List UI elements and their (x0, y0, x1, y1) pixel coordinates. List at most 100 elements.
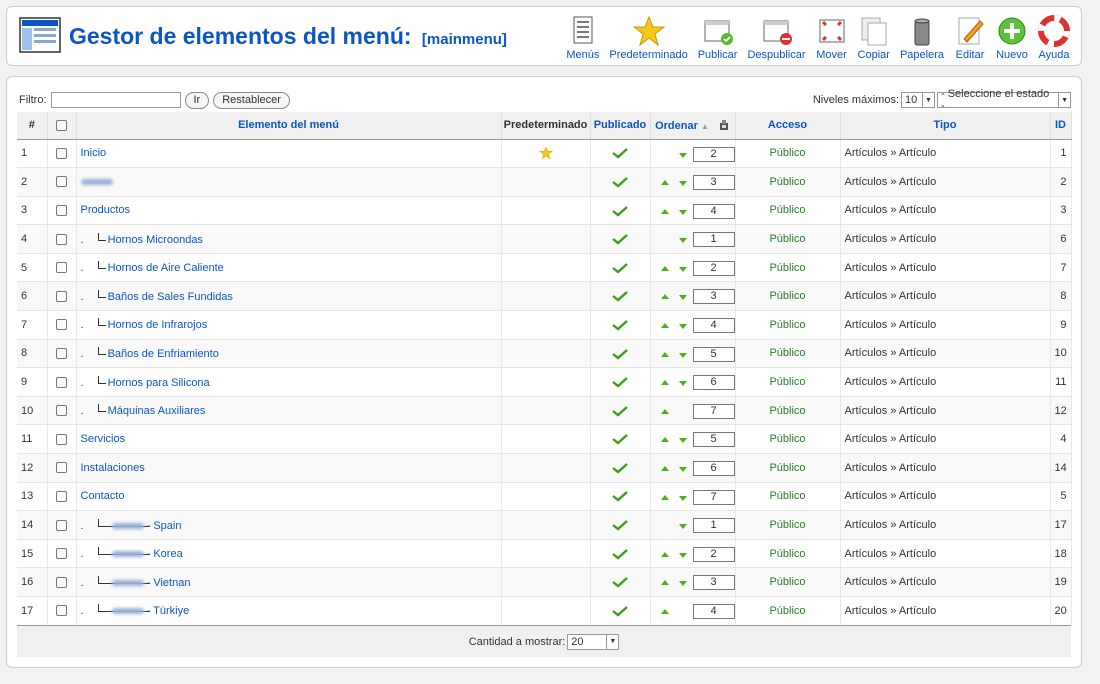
menu-item-link[interactable]: Baños de Sales Fundidas (108, 291, 233, 303)
row-access[interactable]: Público (735, 539, 841, 569)
menu-item-link[interactable]: Hornos para Silicona (108, 377, 210, 389)
menu-item-link[interactable]: Servicios (81, 433, 126, 445)
row-checkbox[interactable] (56, 548, 67, 560)
move-down-icon[interactable] (678, 581, 687, 587)
toolbar-button-menus[interactable]: Menús (561, 15, 604, 65)
move-down-icon[interactable] (678, 181, 687, 187)
row-access[interactable]: Público (735, 281, 841, 312)
order-input[interactable]: 4 (692, 318, 734, 334)
move-down-icon[interactable] (678, 524, 687, 530)
move-up-icon[interactable] (660, 408, 669, 414)
reset-button[interactable]: Restablecer (213, 91, 290, 109)
published-check-icon[interactable] (612, 147, 628, 159)
published-check-icon[interactable] (612, 605, 628, 617)
row-checkbox[interactable] (56, 147, 67, 159)
toolbar-button-unpublish[interactable]: Despublicar (742, 15, 810, 65)
published-check-icon[interactable] (612, 376, 628, 388)
row-access[interactable]: Público (735, 339, 841, 369)
order-input[interactable]: 2 (692, 546, 734, 562)
row-checkbox[interactable] (56, 462, 67, 474)
menu-item-link[interactable]: Hornos de Aire Caliente (108, 262, 224, 274)
move-up-icon[interactable] (660, 180, 669, 186)
order-input[interactable]: 4 (692, 604, 734, 619)
move-down-icon[interactable] (678, 238, 687, 244)
move-down-icon[interactable] (678, 352, 687, 358)
default-star-icon[interactable] (538, 146, 553, 160)
order-input[interactable]: 3 (692, 175, 734, 191)
move-up-icon[interactable] (660, 580, 669, 586)
row-checkbox[interactable] (56, 205, 67, 217)
row-access[interactable]: Público (735, 167, 841, 197)
row-checkbox[interactable] (56, 262, 67, 274)
published-check-icon[interactable] (612, 262, 628, 274)
row-checkbox[interactable] (56, 491, 67, 503)
menu-item-link[interactable]: Máquinas Auxiliares (108, 405, 206, 417)
move-up-icon[interactable] (660, 380, 669, 386)
row-checkbox[interactable] (56, 433, 67, 445)
select-all-checkbox[interactable] (56, 119, 67, 131)
menu-item-link[interactable]: - Spain (111, 520, 181, 532)
toolbar-button-new[interactable]: Nuevo (991, 15, 1033, 65)
menu-item-link[interactable]: - Korea (111, 548, 183, 560)
row-checkbox[interactable] (56, 605, 67, 617)
row-access[interactable]: Público (735, 253, 841, 283)
row-checkbox[interactable] (56, 376, 67, 388)
move-down-icon[interactable] (678, 381, 687, 387)
toolbar-button-help[interactable]: Ayuda (1033, 15, 1075, 65)
move-down-icon[interactable] (678, 495, 687, 501)
row-access[interactable]: Público (735, 567, 841, 597)
menu-item-link[interactable]: Inicio (81, 147, 107, 159)
col-access[interactable]: Acceso (735, 112, 841, 140)
row-checkbox[interactable] (56, 405, 67, 417)
row-checkbox[interactable] (56, 348, 67, 360)
move-down-icon[interactable] (678, 295, 687, 301)
published-check-icon[interactable] (612, 490, 628, 503)
published-check-icon[interactable] (612, 433, 628, 445)
row-checkbox[interactable] (56, 519, 67, 531)
toolbar-button-move[interactable]: Mover (811, 15, 853, 65)
menu-item-link[interactable]: Hornos de Infrarojos (108, 319, 208, 331)
move-down-icon[interactable] (678, 552, 687, 558)
published-check-icon[interactable] (612, 290, 628, 302)
move-up-icon[interactable] (660, 265, 669, 271)
move-down-icon[interactable] (678, 266, 687, 272)
move-up-icon[interactable] (660, 466, 669, 472)
row-access[interactable]: Público (735, 510, 841, 540)
order-input[interactable]: 5 (692, 432, 734, 448)
filter-input[interactable] (50, 92, 181, 108)
order-input[interactable]: 6 (692, 375, 734, 391)
menu-item-link[interactable]: - Vietnan (111, 577, 190, 589)
order-input[interactable]: 4 (692, 203, 734, 219)
order-input[interactable]: 3 (692, 289, 734, 305)
move-down-icon[interactable] (678, 152, 687, 158)
col-id[interactable]: ID (1050, 112, 1072, 140)
row-checkbox[interactable] (56, 176, 67, 188)
toolbar-button-star[interactable]: Predeterminado (604, 15, 692, 65)
state-select[interactable]: - Seleccione el estado - ▼ (937, 88, 1071, 112)
row-checkbox[interactable] (56, 233, 67, 245)
col-order[interactable]: Ordenar ▲ (650, 112, 736, 140)
move-down-icon[interactable] (678, 467, 687, 473)
order-input[interactable]: 1 (692, 518, 734, 534)
menu-item-link[interactable]: - Türkiye (111, 605, 189, 617)
menu-item-link[interactable]: Contacto (81, 490, 125, 502)
move-up-icon[interactable] (660, 609, 669, 614)
display-count-select[interactable]: 20 ▼ (567, 633, 620, 650)
menu-item-link[interactable]: Baños de Enfriamiento (108, 348, 219, 360)
row-access[interactable]: Público (735, 482, 841, 512)
order-input[interactable]: 3 (692, 575, 734, 591)
order-input[interactable]: 1 (692, 232, 734, 248)
published-check-icon[interactable] (612, 548, 628, 560)
row-access[interactable]: Público (735, 424, 841, 455)
row-checkbox[interactable] (56, 290, 67, 302)
row-access[interactable]: Público (735, 196, 841, 226)
published-check-icon[interactable] (612, 462, 628, 474)
move-up-icon[interactable] (660, 551, 669, 557)
move-up-icon[interactable] (660, 323, 669, 329)
save-order-icon[interactable] (718, 119, 730, 131)
move-up-icon[interactable] (660, 294, 669, 300)
toolbar-button-trash[interactable]: Papelera (895, 15, 949, 65)
menu-item-link[interactable]: Instalaciones (81, 462, 145, 474)
published-check-icon[interactable] (612, 405, 628, 417)
move-up-icon[interactable] (660, 351, 669, 357)
